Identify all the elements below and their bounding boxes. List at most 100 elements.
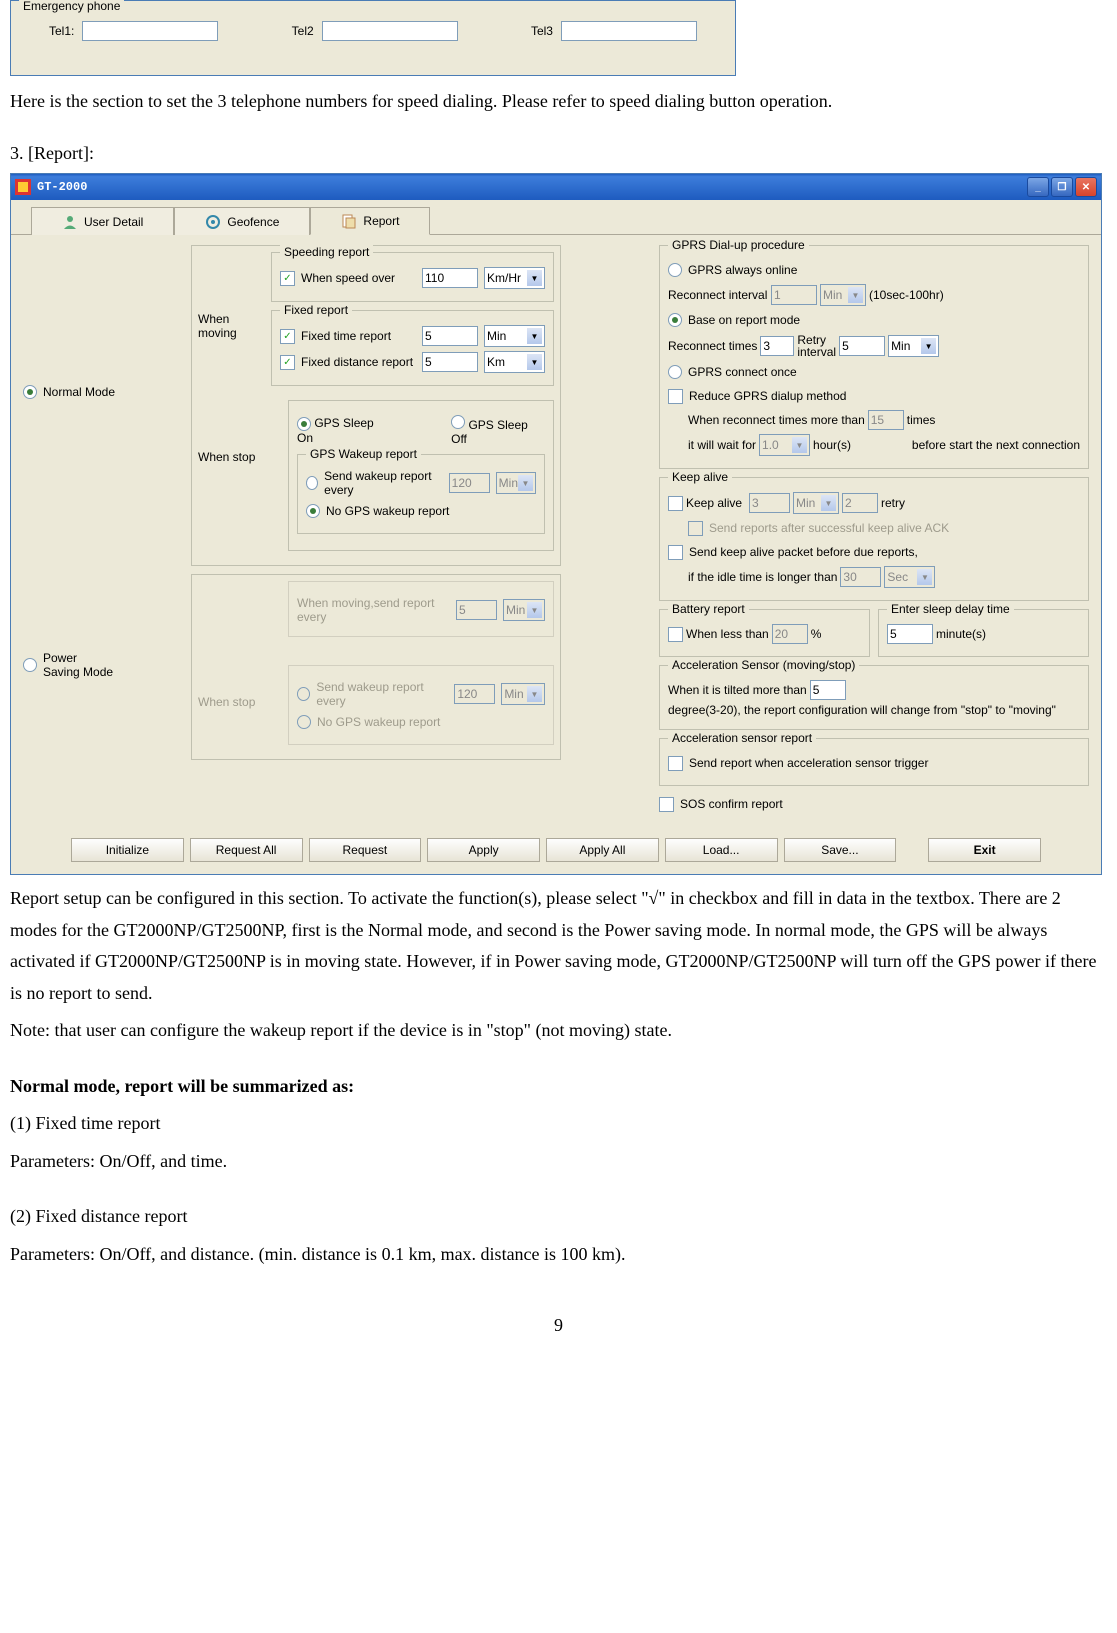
request-all-button[interactable]: Request All bbox=[190, 838, 303, 862]
sos-checkbox[interactable] bbox=[659, 797, 674, 812]
send-wakeup-value bbox=[449, 473, 490, 493]
fixed-time-checkbox[interactable]: ✓ bbox=[280, 329, 295, 344]
keep-ack-checkbox bbox=[688, 521, 703, 536]
battery-input bbox=[772, 624, 808, 644]
outro-p2: Note: that user can configure the wakeup… bbox=[10, 1015, 1107, 1047]
save-button[interactable]: Save... bbox=[784, 838, 897, 862]
keep-alive-unit: Min▼ bbox=[793, 492, 839, 514]
power-saving-radio[interactable] bbox=[23, 658, 37, 672]
when-stop-label: When stop bbox=[198, 400, 288, 559]
speeding-checkbox[interactable]: ✓ bbox=[280, 271, 295, 286]
accelrep-checkbox[interactable] bbox=[668, 756, 683, 771]
maximize-button[interactable]: ❐ bbox=[1051, 177, 1073, 197]
close-button[interactable]: ✕ bbox=[1075, 177, 1097, 197]
apply-all-button[interactable]: Apply All bbox=[546, 838, 659, 862]
send-wakeup-radio[interactable] bbox=[306, 476, 318, 490]
tab-geofence[interactable]: Geofence bbox=[174, 207, 310, 235]
chevron-down-icon: ▼ bbox=[527, 328, 542, 344]
no-wakeup-radio[interactable] bbox=[306, 504, 320, 518]
keep-idle-input bbox=[840, 567, 881, 587]
accel-input[interactable] bbox=[810, 680, 846, 700]
fixed-dist-value[interactable] bbox=[422, 352, 478, 372]
load-button[interactable]: Load... bbox=[665, 838, 778, 862]
minimize-button[interactable]: _ bbox=[1027, 177, 1049, 197]
keep-alive-checkbox[interactable] bbox=[668, 496, 683, 511]
gprs-title: GPRS Dial-up procedure bbox=[668, 238, 809, 252]
battery-checkbox[interactable] bbox=[668, 627, 683, 642]
normal-mode-radio[interactable] bbox=[23, 385, 37, 399]
item2a: (2) Fixed distance report bbox=[10, 1201, 1107, 1233]
power-saving-label: Power Saving Mode bbox=[43, 651, 113, 679]
tel1-label: Tel1: bbox=[49, 24, 74, 38]
retry-interval-unit[interactable]: Min▼ bbox=[888, 335, 939, 357]
emergency-phone-window: Emergency phone Tel1: Tel2 Tel3 bbox=[10, 0, 736, 76]
tab-report[interactable]: Report bbox=[310, 207, 430, 235]
when-moving-label: When moving bbox=[198, 252, 271, 394]
speeding-title: Speeding report bbox=[280, 245, 373, 259]
speeding-label: When speed over bbox=[301, 271, 416, 285]
tel1-input[interactable] bbox=[82, 21, 218, 41]
speeding-value[interactable] bbox=[422, 268, 478, 288]
emergency-group-title: Emergency phone bbox=[19, 0, 124, 13]
title-bar: GT-2000 _ ❐ ✕ bbox=[11, 174, 1101, 200]
normal-mode-label: Normal Mode bbox=[43, 385, 115, 399]
exit-button[interactable]: Exit bbox=[928, 838, 1041, 862]
power-wakeup-unit-select: Min▼ bbox=[501, 683, 545, 705]
power-when-stop-label: When stop bbox=[198, 665, 288, 753]
gt2000-window: GT-2000 _ ❐ ✕ User Detail Geofence Repor… bbox=[10, 173, 1102, 875]
fixed-dist-label: Fixed distance report bbox=[301, 355, 416, 369]
user-icon bbox=[62, 214, 78, 230]
send-wakeup-label: Send wakeup report every bbox=[324, 469, 443, 497]
no-wakeup-label: No GPS wakeup report bbox=[326, 504, 449, 518]
initialize-button[interactable]: Initialize bbox=[71, 838, 184, 862]
reconnect-times-input[interactable] bbox=[760, 336, 794, 356]
chevron-down-icon: ▼ bbox=[821, 495, 836, 511]
power-moving-label: When moving,send report every bbox=[297, 596, 450, 624]
power-moving-unit-select: Min▼ bbox=[503, 599, 545, 621]
fixed-time-label: Fixed time report bbox=[301, 329, 416, 343]
item2b: Parameters: On/Off, and distance. (min. … bbox=[10, 1239, 1107, 1271]
sleepdelay-input[interactable] bbox=[887, 624, 933, 644]
keep-title: Keep alive bbox=[668, 470, 732, 484]
gprs-once-radio[interactable] bbox=[668, 365, 682, 379]
fixed-dist-unit-select[interactable]: Km▼ bbox=[484, 351, 545, 373]
chevron-down-icon: ▼ bbox=[527, 270, 542, 286]
gps-sleep-on-radio[interactable] bbox=[297, 417, 311, 431]
intro-text: Here is the section to set the 3 telepho… bbox=[10, 86, 1107, 118]
item1a: (1) Fixed time report bbox=[10, 1108, 1107, 1140]
apply-button[interactable]: Apply bbox=[427, 838, 540, 862]
fixed-time-unit-select[interactable]: Min▼ bbox=[484, 325, 545, 347]
reduce-wait-select: 1.0▼ bbox=[759, 434, 810, 456]
chevron-down-icon: ▼ bbox=[921, 338, 936, 354]
chevron-down-icon: ▼ bbox=[527, 602, 542, 618]
chevron-down-icon: ▼ bbox=[792, 437, 807, 453]
power-no-wakeup-radio bbox=[297, 715, 311, 729]
fixed-time-value[interactable] bbox=[422, 326, 478, 346]
report-icon bbox=[341, 213, 357, 229]
keep-alive-val1 bbox=[749, 493, 790, 513]
gprs-always-radio[interactable] bbox=[668, 263, 682, 277]
reconnect-interval-unit: Min▼ bbox=[820, 284, 866, 306]
gprs-base-radio[interactable] bbox=[668, 313, 682, 327]
tel3-label: Tel3 bbox=[531, 24, 553, 38]
chevron-down-icon: ▼ bbox=[518, 475, 533, 491]
fixed-dist-checkbox[interactable]: ✓ bbox=[280, 355, 295, 370]
keep-before-checkbox[interactable] bbox=[668, 545, 683, 560]
chevron-down-icon: ▼ bbox=[527, 686, 542, 702]
reduce-times-input bbox=[868, 410, 904, 430]
accelrep-title: Acceleration sensor report bbox=[668, 731, 816, 745]
retry-interval-input[interactable] bbox=[839, 336, 885, 356]
speeding-unit-select[interactable]: Km/Hr▼ bbox=[484, 267, 545, 289]
tel2-input[interactable] bbox=[322, 21, 458, 41]
request-button[interactable]: Request bbox=[309, 838, 422, 862]
chevron-down-icon: ▼ bbox=[917, 569, 932, 585]
power-send-wakeup-radio bbox=[297, 687, 310, 701]
geofence-icon bbox=[205, 214, 221, 230]
power-no-wakeup-label: No GPS wakeup report bbox=[317, 715, 440, 729]
tel3-input[interactable] bbox=[561, 21, 697, 41]
normal-mode-heading: Normal mode, report will be summarized a… bbox=[10, 1076, 354, 1096]
tab-user-detail[interactable]: User Detail bbox=[31, 207, 174, 235]
reduce-checkbox[interactable] bbox=[668, 389, 683, 404]
gps-sleep-off-radio[interactable] bbox=[451, 415, 465, 429]
keep-alive-val2 bbox=[842, 493, 878, 513]
